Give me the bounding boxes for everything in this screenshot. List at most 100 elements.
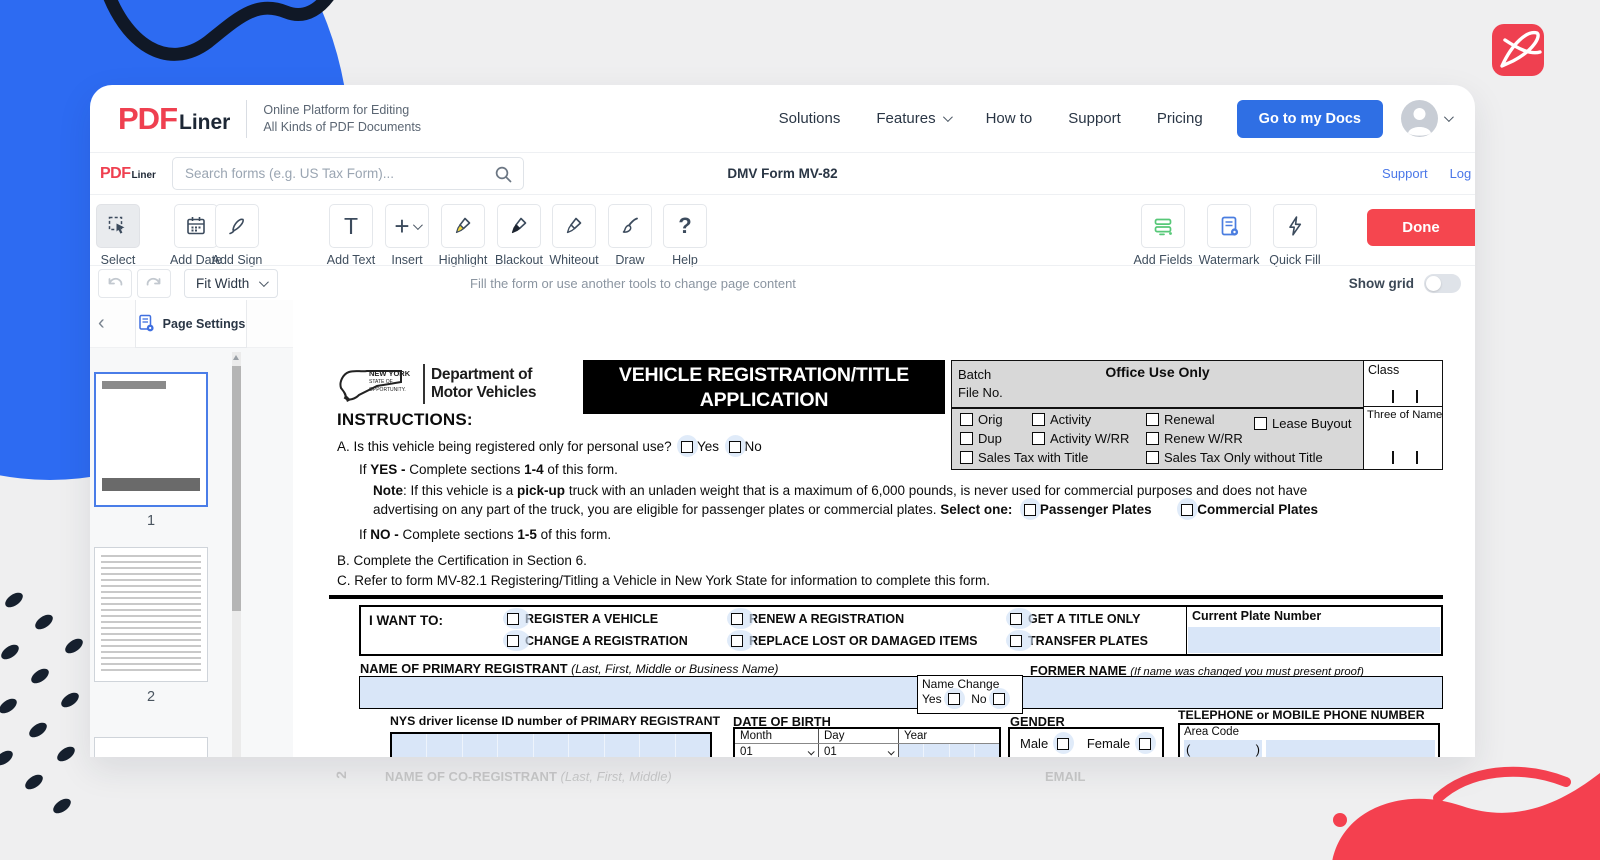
collapse-sidebar-icon[interactable]: ‹ [98,312,105,335]
name-change-no-checkbox[interactable] [993,692,1005,706]
pdfliner-logo-small[interactable]: PDF Liner [100,165,162,183]
dob-day-select[interactable]: 01 [819,744,899,757]
orig-label: Orig [978,412,1003,427]
office-use-title: Office Use Only [952,364,1363,380]
page-settings-icon [137,314,156,333]
search-box [172,157,524,190]
show-grid-toggle[interactable] [1424,274,1461,293]
name-change-yes-checkbox[interactable] [948,692,960,706]
i-want-to-box: I WANT TO: REGISTER A VEHICLE CHANGE A R… [359,605,1443,656]
scroll-up-arrow[interactable] [233,355,239,360]
dob-year-field[interactable] [899,744,999,757]
tool-watermark[interactable]: Watermark [1196,204,1262,267]
select-cursor-icon [106,214,130,238]
tool-insert[interactable]: + Insert [379,204,435,267]
commercial-plates-checkbox[interactable] [1181,502,1193,517]
zoom-select[interactable]: Fit Width [184,269,278,298]
sales-tax-title-checkbox[interactable] [960,451,973,464]
tool-help[interactable]: ? Help [657,204,713,267]
female-checkbox[interactable] [1139,736,1151,751]
transfer-plates-checkbox[interactable] [1010,634,1028,648]
login-link[interactable]: Log in [1450,166,1475,181]
tool-whiteout[interactable]: Whiteout [546,204,602,267]
draw-paintbrush-icon [618,214,642,238]
sidebar-scrollbar[interactable] [232,352,241,757]
document-title: DMV Form MV-82 [727,166,837,181]
toggle-knob [1426,276,1441,291]
page-settings-tab[interactable]: Page Settings [135,300,247,348]
change-registration-checkbox[interactable] [507,634,525,648]
account-menu[interactable] [1401,100,1451,137]
nav-pricing[interactable]: Pricing [1157,110,1203,127]
current-plate-field[interactable] [1188,627,1440,653]
area-code-field[interactable]: ( ) [1184,740,1262,757]
replace-items-checkbox[interactable] [731,634,749,648]
toolbar-hint: Fill the form or use another tools to ch… [470,276,796,291]
orig-checkbox[interactable] [960,413,973,426]
dob-month-select[interactable]: 01 [735,744,819,757]
tool-select[interactable]: Select [90,204,146,267]
activity-checkbox[interactable] [1032,413,1045,426]
activity-wrr-checkbox[interactable] [1032,432,1045,445]
note-line-2: advertising on any part of the truck, yo… [373,502,1318,517]
nav-support[interactable]: Support [1068,110,1121,127]
page-thumbnail-2[interactable] [94,547,208,682]
phone-number-field[interactable] [1266,740,1435,757]
zoom-value: Fit Width [196,276,249,291]
watermark-icon [1217,214,1241,238]
redo-icon [144,274,164,292]
search-input[interactable] [185,166,489,181]
page-number-1: 1 [94,513,208,529]
show-grid-control: Show grid [1349,274,1461,293]
renewal-checkbox[interactable] [1146,413,1159,426]
register-vehicle-checkbox[interactable] [507,612,525,626]
nav-features[interactable]: Features [876,110,949,127]
main-header: PDF Liner Online Platform for Editing Al… [90,85,1475,152]
tool-add-text[interactable]: T Add Text [323,204,379,267]
passenger-plates-checkbox[interactable] [1024,502,1036,517]
signature-pen-icon [225,214,249,238]
male-checkbox[interactable] [1057,736,1069,751]
nav-how-to[interactable]: How to [986,110,1033,127]
support-link[interactable]: Support [1382,166,1428,181]
tool-highlight[interactable]: Highlight [435,204,491,267]
personal-use-yes-checkbox[interactable] [681,439,693,454]
redo-button[interactable] [137,269,171,298]
three-of-name-label: Three of Name [1367,409,1442,421]
go-to-my-docs-button[interactable]: Go to my Docs [1237,100,1383,138]
help-icon: ? [678,215,691,237]
tool-blackout[interactable]: Blackout [491,204,547,267]
sales-tax-only-checkbox[interactable] [1146,451,1159,464]
search-icon[interactable] [494,165,513,184]
page-thumbnail-3-partial[interactable] [94,737,208,757]
nav-solutions[interactable]: Solutions [779,110,841,127]
logo-liner-text: Liner [179,111,230,135]
renew-wrr-checkbox[interactable] [1146,432,1159,445]
add-fields-icon [1151,214,1175,238]
renew-registration-checkbox[interactable] [731,612,749,626]
add-text-icon: T [344,215,358,238]
page-thumbnail-1[interactable] [94,372,208,507]
dup-checkbox[interactable] [960,432,973,445]
pdf-app-icon [1492,24,1544,76]
done-button[interactable]: Done [1367,209,1475,246]
get-title-only-checkbox[interactable] [1010,612,1028,626]
dl-number-field[interactable] [390,732,712,757]
undo-button[interactable] [98,269,132,298]
lease-buyout-checkbox[interactable] [1254,417,1267,430]
tool-quick-fill[interactable]: Quick Fill [1262,204,1328,267]
primary-registrant-field[interactable]: Name Change Yes No [359,676,1443,709]
pdfliner-logo[interactable]: PDF Liner [118,101,230,137]
tool-add-fields[interactable]: Add Fields [1130,204,1196,267]
instruction-a: A. Is this vehicle being registered only… [337,439,762,454]
note-line-1: Note: If this vehicle is a pick-up truck… [373,483,1307,498]
blackout-brush-icon [507,214,531,238]
tool-draw[interactable]: Draw [602,204,658,267]
batch-label: Batch [958,367,991,382]
tool-add-sign[interactable]: Add Sign [209,204,265,267]
dl-number-label: NYS driver license ID number of PRIMARY … [390,714,720,728]
scrollbar-thumb[interactable] [232,366,241,611]
personal-use-no-checkbox[interactable] [729,439,741,454]
brand-tagline: Online Platform for Editing All Kinds of… [263,102,421,136]
show-grid-label: Show grid [1349,276,1414,291]
